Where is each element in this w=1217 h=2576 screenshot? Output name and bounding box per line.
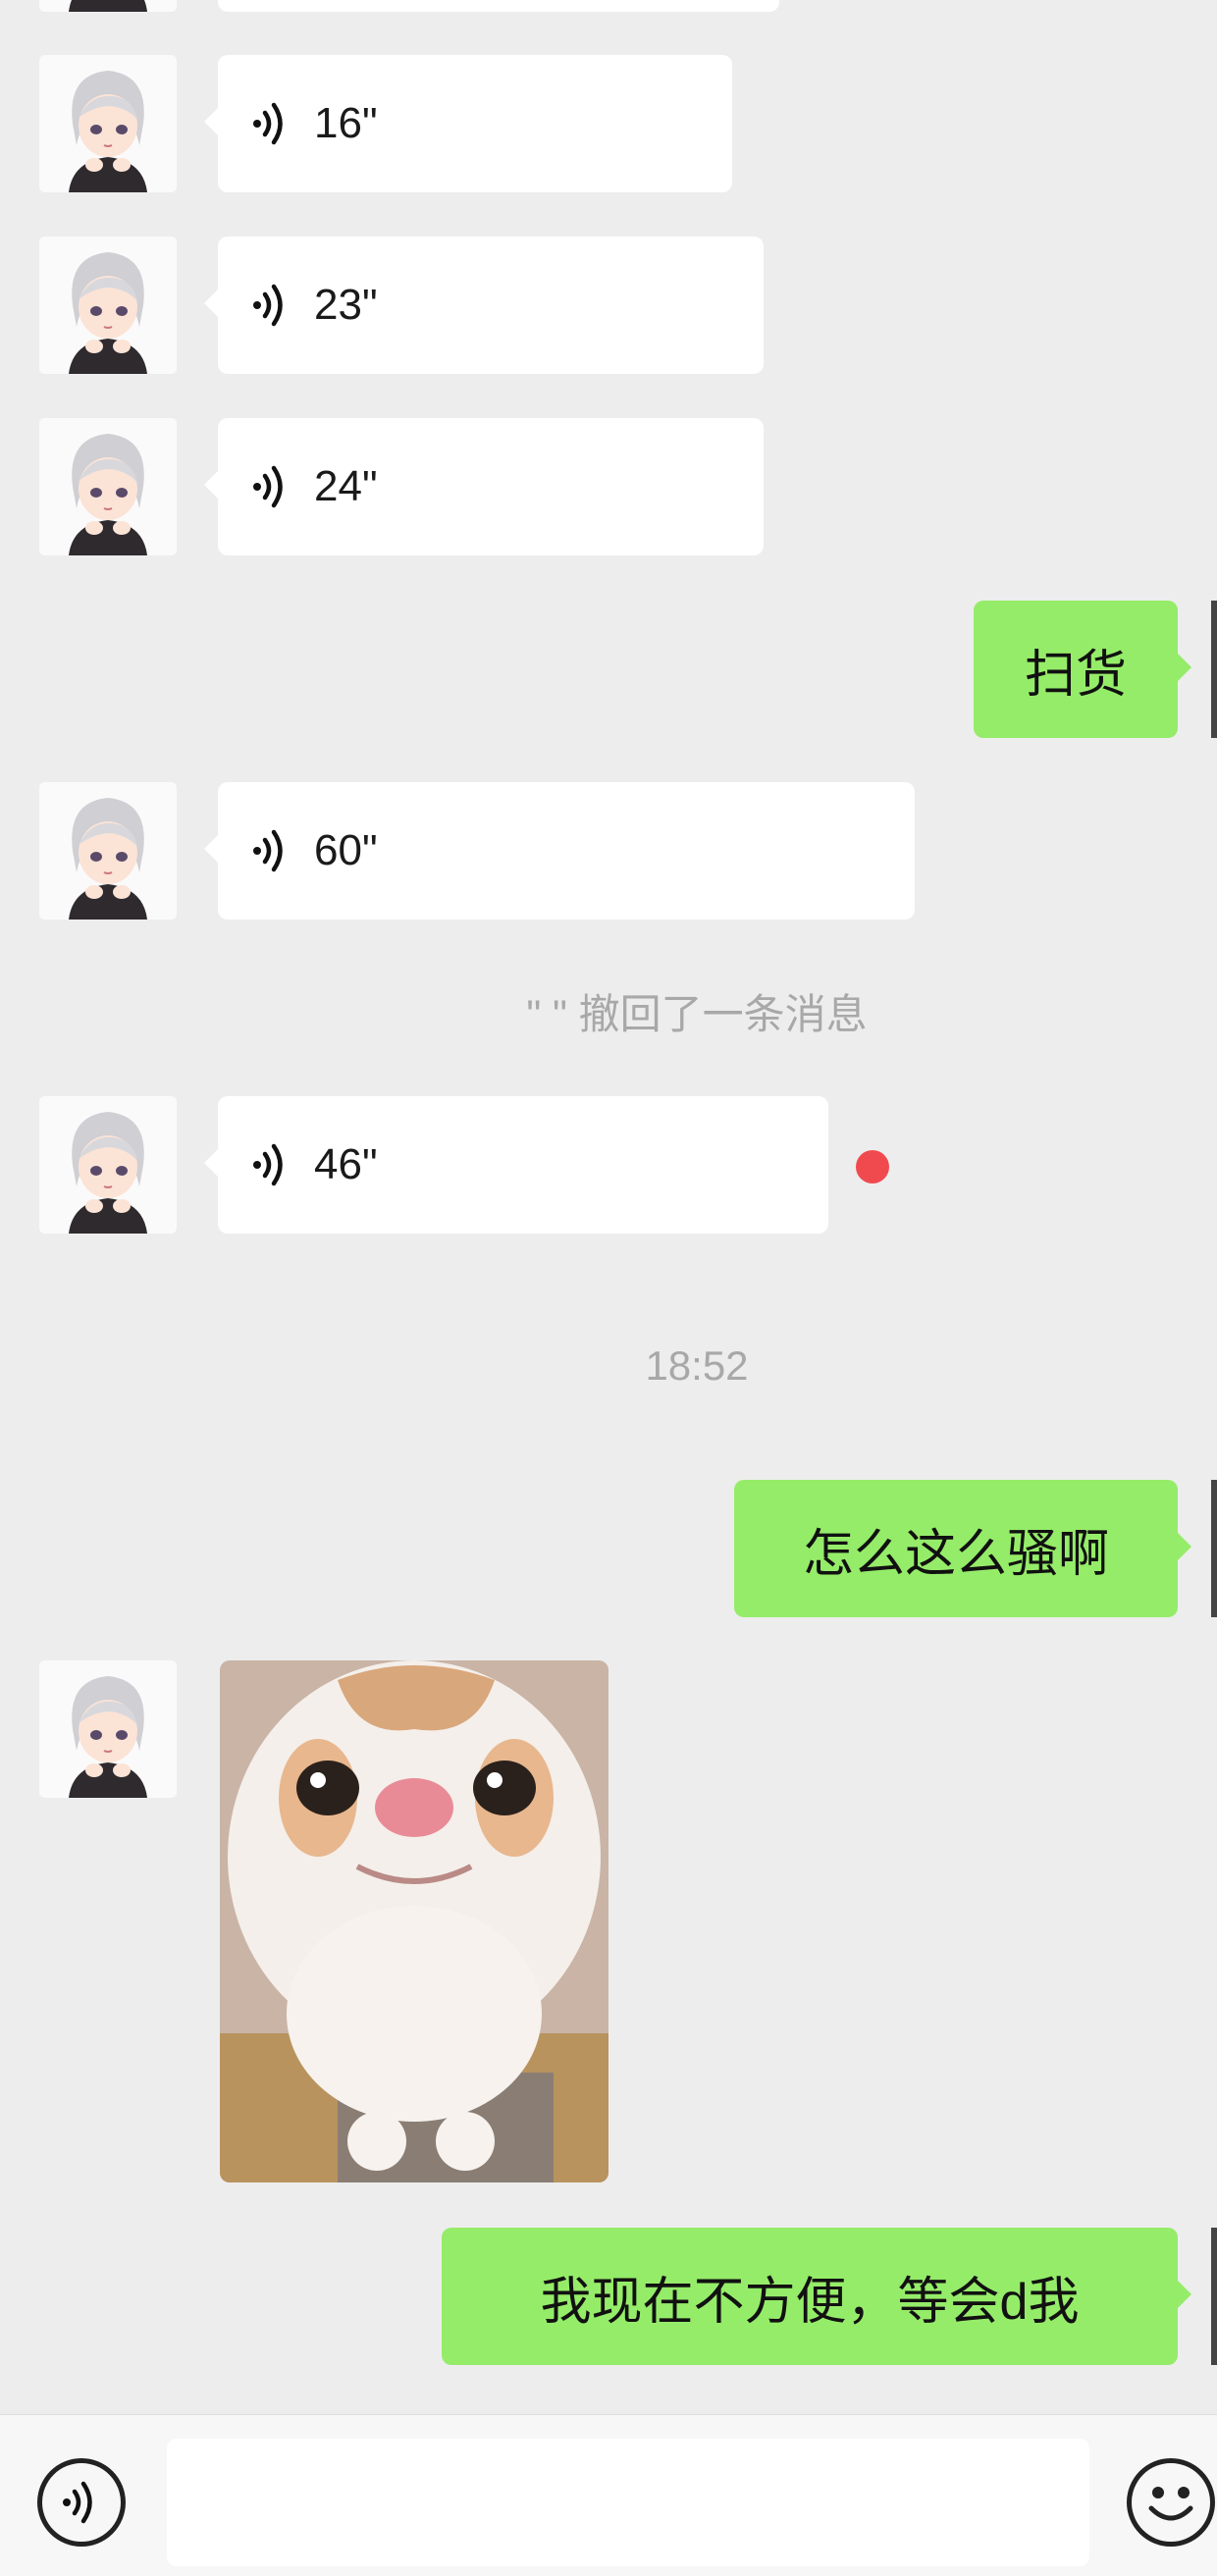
voice-message[interactable]: 24" xyxy=(204,418,764,555)
voice-mode-button[interactable] xyxy=(37,2458,126,2547)
sent-message[interactable]: 扫货 xyxy=(974,601,1191,738)
contact-avatar[interactable] xyxy=(39,418,177,555)
voice-message[interactable]: 23" xyxy=(204,237,764,374)
contact-avatar[interactable] xyxy=(39,0,177,12)
self-avatar[interactable] xyxy=(1211,2228,1217,2365)
self-avatar[interactable] xyxy=(1211,1480,1217,1617)
voice-message[interactable]: 46" xyxy=(204,1096,828,1234)
voice-message-clipped[interactable] xyxy=(218,0,779,12)
message-text: 我现在不方便，等会d我 xyxy=(540,2273,1080,2331)
emoji-button[interactable] xyxy=(1127,2458,1215,2547)
voice-wave-icon xyxy=(249,101,294,146)
timestamp: 18:52 xyxy=(645,1342,749,1389)
contact-avatar[interactable] xyxy=(39,55,177,192)
emoji-icon xyxy=(1148,2487,1193,2521)
message-input[interactable] xyxy=(167,2439,1089,2566)
unread-dot xyxy=(856,1150,889,1183)
voice-duration: 23" xyxy=(314,281,378,329)
chat-message-list[interactable]: 16" 23" 24" 扫货 60" " " 撤回了一条消息 46" 18:52… xyxy=(0,0,1217,2414)
contact-avatar[interactable] xyxy=(39,782,177,920)
sent-message[interactable]: 我现在不方便，等会d我 xyxy=(442,2228,1191,2365)
contact-avatar[interactable] xyxy=(39,237,177,374)
recall-notice: " " 撤回了一条消息 xyxy=(526,991,868,1037)
voice-message[interactable]: 16" xyxy=(204,55,732,192)
chat-input-bar xyxy=(0,2414,1217,2576)
voice-wave-icon xyxy=(249,828,294,873)
voice-duration: 24" xyxy=(314,462,378,510)
message-text: 扫货 xyxy=(1024,646,1127,704)
contact-avatar[interactable] xyxy=(39,1660,177,1798)
voice-duration: 60" xyxy=(314,826,378,874)
self-avatar[interactable] xyxy=(1211,601,1217,738)
voice-mode-icon xyxy=(59,2480,104,2525)
voice-wave-icon xyxy=(249,283,294,328)
voice-duration: 46" xyxy=(314,1140,378,1188)
voice-wave-icon xyxy=(249,1142,294,1187)
voice-message[interactable]: 60" xyxy=(204,782,915,920)
voice-duration: 16" xyxy=(314,99,378,147)
cat-sticker-image[interactable] xyxy=(220,1660,608,2182)
message-text: 怎么这么骚啊 xyxy=(802,1525,1109,1583)
voice-wave-icon xyxy=(249,464,294,509)
contact-avatar[interactable] xyxy=(39,1096,177,1234)
sent-message[interactable]: 怎么这么骚啊 xyxy=(734,1480,1191,1617)
